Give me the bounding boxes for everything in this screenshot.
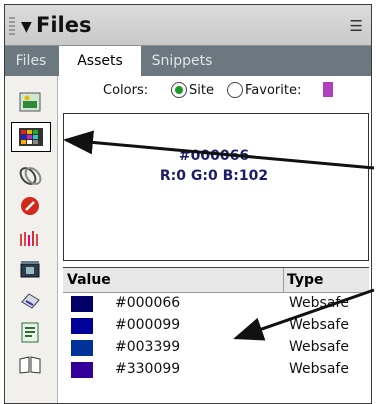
callout-arrow-list — [233, 288, 375, 341]
annotation-arrows — [63, 130, 375, 341]
callout-arrow-colors — [63, 130, 375, 170]
